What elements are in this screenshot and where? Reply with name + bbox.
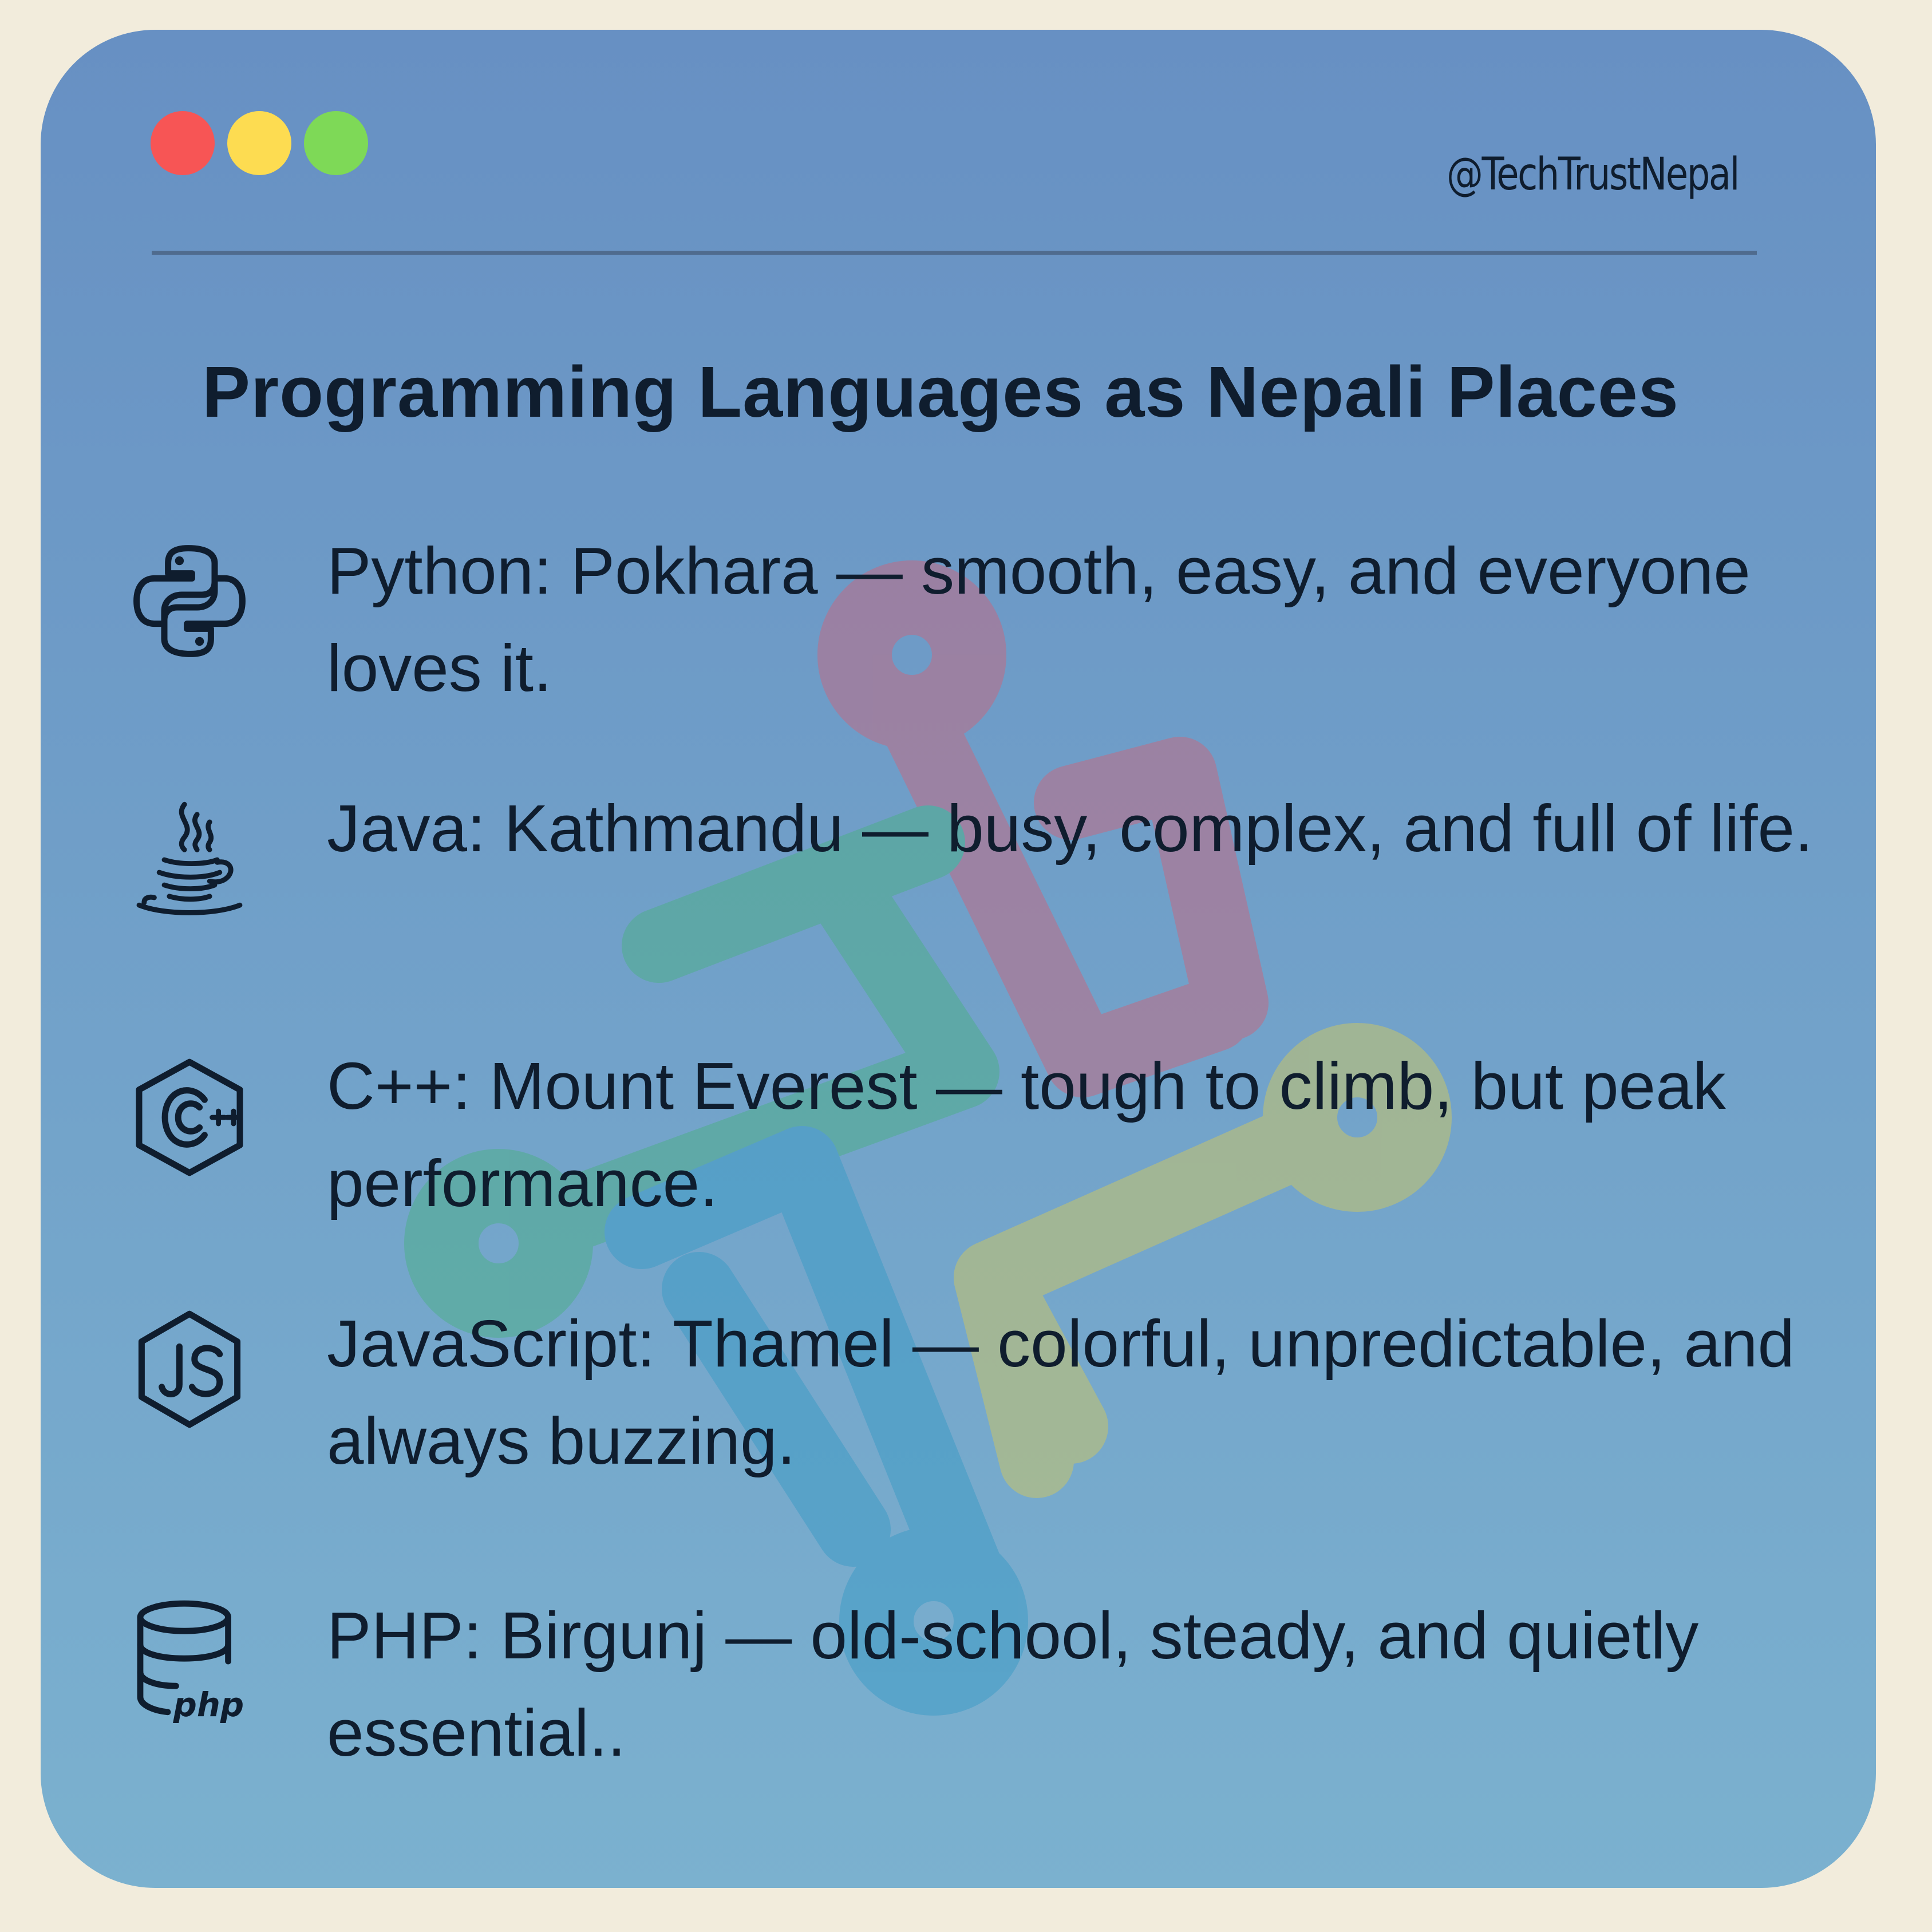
item-text-javascript: JavaScript: Thamel — colorful, unpredict…	[327, 1306, 1795, 1478]
maximize-dot[interactable]	[304, 111, 368, 175]
javascript-icon	[138, 1310, 241, 1428]
card: @TechTrustNepal Programming Languages as…	[41, 30, 1876, 1888]
social-handle: @TechTrustNepal	[1447, 149, 1740, 200]
php-icon: php	[137, 1600, 244, 1724]
cpp-icon	[136, 1058, 243, 1176]
item-text-python: Python: Pokhara — smooth, easy, and ever…	[327, 534, 1751, 705]
php-icon-label: php	[173, 1686, 244, 1724]
java-icon	[136, 801, 243, 915]
header-divider	[152, 251, 1757, 255]
page-title: Programming Languages as Nepali Places	[202, 351, 1679, 432]
item-text-cpp: C++: Mount Everest — tough to climb, but…	[327, 1049, 1726, 1220]
window-controls	[151, 111, 368, 175]
python-icon	[133, 545, 246, 657]
minimize-dot[interactable]	[227, 111, 291, 175]
close-dot[interactable]	[151, 111, 215, 175]
item-text-php: PHP: Birgunj — old-school, steady, and q…	[327, 1598, 1699, 1770]
item-text-java: Java: Kathmandu — busy, complex, and ful…	[327, 791, 1814, 866]
